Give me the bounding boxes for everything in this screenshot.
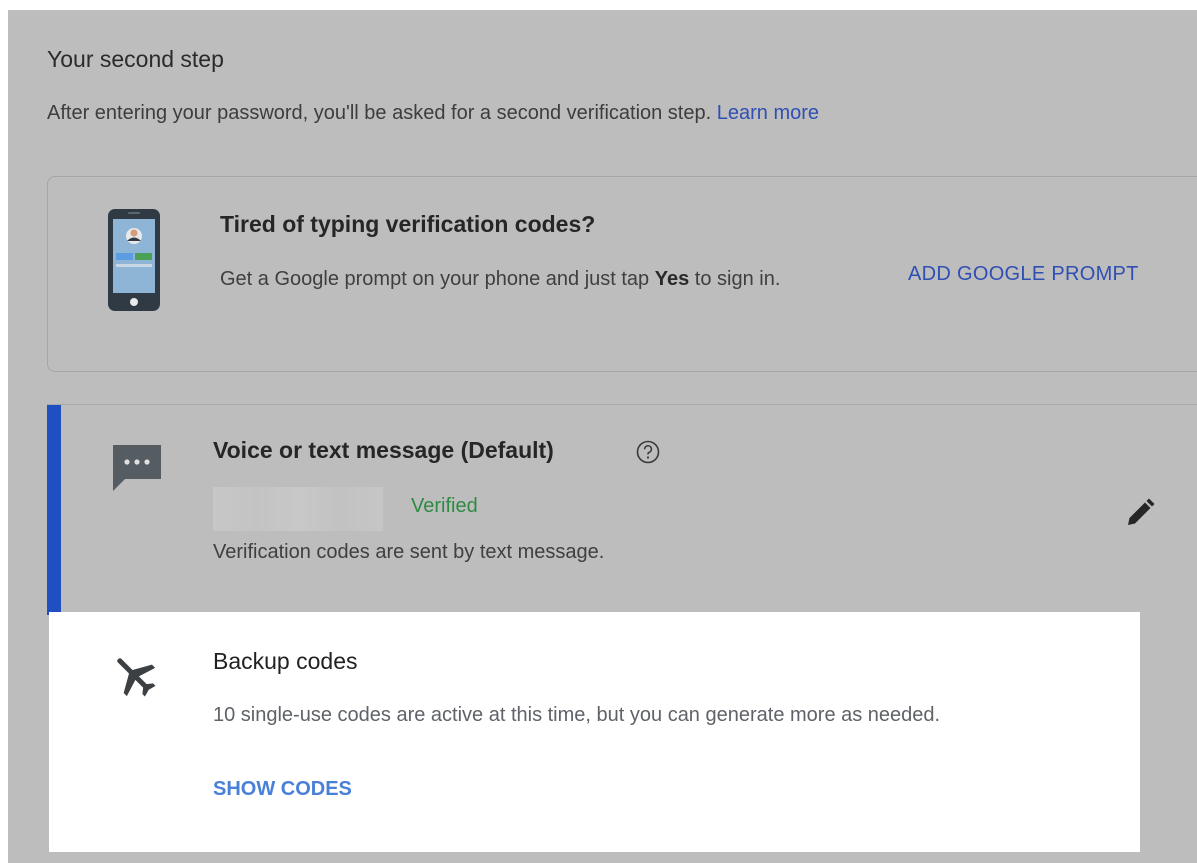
backup-codes-description: 10 single-use codes are active at this t… (213, 704, 941, 726)
voice-method-description: Verification codes are sent by text mess… (213, 541, 605, 563)
section-title: Your second step (47, 46, 224, 72)
verified-status: Verified (411, 495, 478, 517)
prompt-desc-bold: Yes (654, 268, 690, 290)
google-prompt-card: Tired of typing verification codes? Get … (47, 176, 1197, 372)
pencil-edit-icon[interactable] (1122, 495, 1158, 531)
section-intro-text: After entering your password, you'll be … (47, 102, 712, 124)
voice-text-method-card: Voice or text message (Default) Verified… (47, 404, 1197, 615)
help-icon[interactable] (635, 439, 661, 465)
airplane-icon (117, 658, 156, 697)
add-google-prompt-button[interactable]: ADD GOOGLE PROMPT (908, 263, 1139, 286)
backup-codes-title: Backup codes (213, 648, 358, 674)
show-codes-button[interactable]: SHOW CODES (213, 778, 352, 801)
phone-number-redacted (213, 487, 383, 531)
learn-more-link[interactable]: Learn more (717, 102, 819, 124)
backup-codes-card: Backup codes 10 single-use codes are act… (49, 612, 1140, 852)
chat-bubble-icon (113, 445, 161, 491)
prompt-card-description: Get a Google prompt on your phone and ju… (220, 261, 890, 297)
prompt-desc-end: to sign in. (694, 268, 781, 290)
prompt-desc-text: Get a Google prompt on your phone and ju… (220, 268, 650, 290)
default-method-accent-bar (47, 405, 61, 615)
voice-method-title: Voice or text message (Default) (213, 437, 554, 463)
section-intro: After entering your password, you'll be … (47, 102, 819, 125)
prompt-card-title: Tired of typing verification codes? (220, 211, 596, 237)
phone-illustration-icon (108, 209, 160, 311)
